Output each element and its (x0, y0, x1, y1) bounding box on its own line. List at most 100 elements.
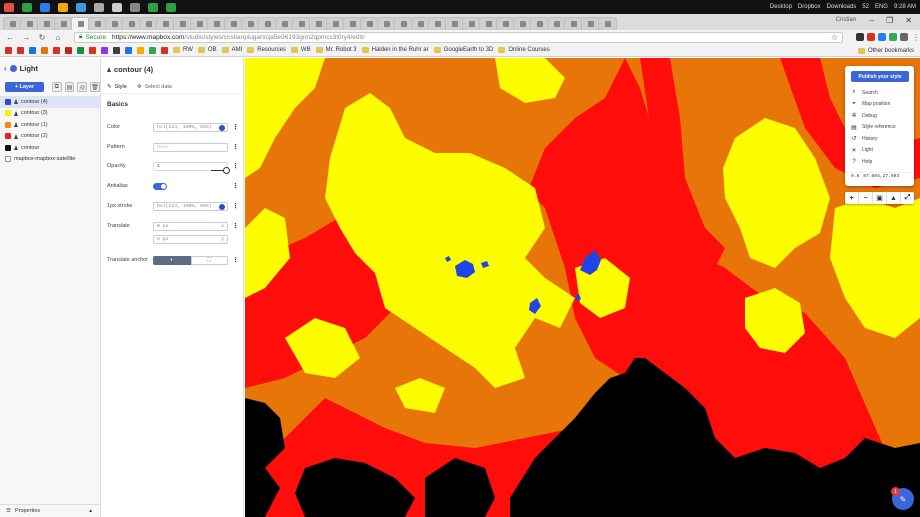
anchor-viewport-button[interactable]: ⛶ (190, 255, 228, 265)
restore-icon[interactable]: ❐ (886, 16, 893, 25)
bookmark-favicon-icon[interactable] (29, 46, 36, 54)
other-bookmarks[interactable]: Other bookmarks (857, 44, 914, 57)
menu-item-map-position[interactable]: ⌖ Map position (845, 99, 914, 111)
duplicate-icon[interactable]: ⧉ (51, 82, 62, 92)
compass-button[interactable]: ▲ (887, 192, 901, 204)
minimize-icon[interactable]: – (870, 16, 874, 25)
anchor-map-button[interactable]: ◐ (153, 255, 191, 265)
more-options-icon[interactable]: ⋮ (232, 183, 239, 190)
taskbar-app-icon[interactable] (130, 2, 140, 12)
extension-icon[interactable] (888, 32, 897, 41)
layer-item[interactable]: contour (2) (0, 131, 100, 143)
extension-icon[interactable] (855, 32, 864, 41)
bookmark-folder[interactable]: AMI (221, 47, 242, 53)
layer-item[interactable]: mapbox-mapbox-satellite (0, 154, 100, 166)
bookmark-folder[interactable]: Online Courses (498, 47, 550, 53)
taskbar-app-icon[interactable] (148, 2, 158, 12)
fullscreen-button[interactable]: ⤢ (901, 192, 914, 204)
bookmark-favicon-icon[interactable] (65, 46, 72, 54)
opacity-slider-handle[interactable] (223, 166, 230, 174)
layer-item[interactable]: contour (1) (0, 119, 100, 131)
taskbar-app-icon[interactable] (4, 2, 14, 12)
extension-icon[interactable] (877, 32, 886, 41)
bookmark-favicon-icon[interactable] (149, 46, 156, 54)
tab-select-data[interactable]: ✥ Select data (137, 84, 172, 90)
desktop-toolbar[interactable]: Desktop (770, 4, 792, 10)
stroke-input[interactable]: hsl(224, 100%, 55%) (153, 201, 228, 211)
home-icon[interactable]: ⌂ (54, 33, 62, 42)
taskbar-app-icon[interactable] (112, 2, 122, 12)
menu-item-search[interactable]: ⌕ Search (845, 87, 914, 99)
layer-item[interactable]: contour (3) (0, 108, 100, 120)
lock-map-button[interactable]: ▣ (873, 192, 887, 204)
bookmark-favicon-icon[interactable] (89, 46, 96, 54)
add-layer-button[interactable]: + Layer (5, 82, 44, 92)
dropbox-toolbar[interactable]: Dropbox (798, 4, 821, 10)
chrome-profile-button[interactable]: Cristian (836, 17, 856, 23)
layer-title[interactable]: contour (4) (114, 65, 153, 74)
bookmark-folder[interactable]: OB (197, 47, 217, 53)
menu-item-history[interactable]: ↺ History (845, 133, 914, 145)
trash-icon[interactable]: 🗑︎ (90, 82, 100, 92)
forward-icon[interactable]: → (22, 33, 30, 42)
group-icon[interactable]: ▤ (64, 82, 75, 92)
stroke-swatch[interactable] (219, 203, 225, 210)
visibility-icon[interactable]: ◎ (77, 82, 88, 92)
bookmark-favicon-icon[interactable] (101, 46, 108, 54)
bookmark-folder[interactable]: Halden in the Ruhr ar (361, 47, 429, 53)
taskbar-app-icon[interactable] (76, 2, 86, 12)
bookmark-folder[interactable]: Mr. Robot 3 (315, 47, 357, 53)
taskbar-app-icon[interactable] (166, 2, 176, 12)
bookmark-favicon-icon[interactable] (137, 46, 144, 54)
taskbar-app-icon[interactable] (40, 2, 50, 12)
map-canvas[interactable] (245, 58, 920, 517)
menu-item-light[interactable]: ☀ Light (845, 145, 914, 157)
taskbar-app-icon[interactable] (58, 2, 68, 12)
bookmark-favicon-icon[interactable] (53, 46, 60, 54)
more-options-icon[interactable]: ⋮ (232, 124, 239, 131)
extension-icon[interactable] (899, 32, 908, 41)
style-name[interactable]: Light (20, 64, 38, 73)
bookmark-folder[interactable]: WB (290, 47, 311, 53)
bookmark-folder[interactable]: Resources (247, 47, 286, 53)
zoom-in-button[interactable]: + (845, 192, 859, 204)
more-options-icon[interactable]: ⋮ (232, 203, 239, 210)
opacity-input[interactable]: 1 (153, 161, 230, 174)
bookmark-folder[interactable]: GoogleEarth to 3D (433, 47, 493, 53)
zoom-out-button[interactable]: − (859, 192, 873, 204)
translate-y-input[interactable]: 0 px y (153, 234, 228, 244)
bookmark-favicon-icon[interactable] (5, 46, 12, 54)
menu-item-style-reference[interactable]: ▤ Style reference (845, 122, 914, 134)
reload-icon[interactable]: ↻ (38, 33, 46, 42)
properties-toggle[interactable]: ☰ Properties ▴ (0, 504, 100, 517)
menu-item-help[interactable]: ? Help (845, 156, 914, 168)
battery-indicator[interactable]: 52 (862, 4, 869, 10)
layer-item[interactable]: contour (4) (0, 96, 100, 108)
taskbar-app-icon[interactable] (94, 2, 104, 12)
extension-icon[interactable] (866, 32, 875, 41)
taskbar-app-icon[interactable] (22, 2, 32, 12)
menu-item-debug[interactable]: ✲ Debug (845, 110, 914, 122)
chrome-menu-icon[interactable]: ⋮ (912, 33, 920, 42)
bookmark-favicon-icon[interactable] (41, 46, 48, 54)
antialias-toggle[interactable] (153, 182, 167, 190)
more-options-icon[interactable]: ⋮ (232, 163, 239, 170)
downloads-toolbar[interactable]: Downloads (827, 4, 857, 10)
more-options-icon[interactable]: ⋮ (232, 144, 239, 151)
more-options-icon[interactable]: ⋮ (232, 257, 239, 264)
bookmark-star-icon[interactable]: ☆ (831, 33, 838, 42)
chevron-left-icon[interactable]: ‹ (4, 64, 7, 73)
bookmark-favicon-icon[interactable] (113, 46, 120, 54)
bookmark-favicon-icon[interactable] (161, 46, 168, 54)
publish-style-button[interactable]: Publish your style (851, 71, 909, 82)
layer-item[interactable]: contour (0, 142, 100, 154)
coordinate-readout[interactable]: 9.8 87.694,27.993 (845, 171, 914, 181)
bookmark-folder[interactable]: RW (173, 47, 193, 53)
pattern-input[interactable]: None (153, 142, 228, 152)
language-indicator[interactable]: ENG (875, 4, 888, 10)
back-icon[interactable]: ← (6, 33, 14, 42)
bookmark-favicon-icon[interactable] (17, 46, 24, 54)
color-input[interactable]: hsl(224, 100%, 55%) (153, 122, 228, 132)
bookmark-favicon-icon[interactable] (77, 46, 84, 54)
bookmark-favicon-icon[interactable] (125, 46, 132, 54)
